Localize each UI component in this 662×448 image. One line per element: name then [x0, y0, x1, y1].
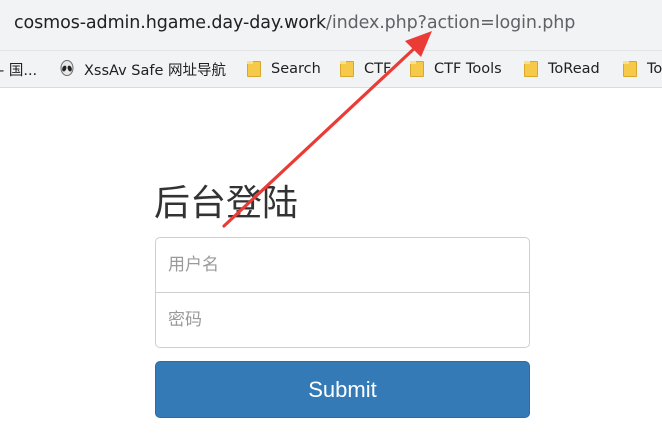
folder-icon [247, 61, 261, 77]
bookmark-folder-ctf[interactable]: CTF [340, 51, 391, 87]
password-input[interactable] [155, 292, 530, 348]
bookmark-label: XssAv Safe 网址导航 [84, 62, 227, 79]
bookmark-folder-toread[interactable]: ToRead [524, 51, 600, 87]
bookmark-label: CTF Tools [434, 61, 502, 77]
folder-icon [410, 61, 424, 77]
bookmark-item[interactable]: - 国... [0, 51, 37, 87]
url-host: cosmos-admin.hgame.day-day.work [14, 13, 327, 33]
bookmark-xssav[interactable]: XssAv Safe 网址导航 [60, 51, 226, 87]
url-path: /index.php?action=login.php [326, 13, 576, 33]
bookmark-folder-search[interactable]: Search [247, 51, 321, 87]
bookmark-label: CTF [364, 61, 392, 77]
bookmark-label: ToRead [548, 61, 600, 77]
bookmark-label: Search [271, 61, 321, 77]
bookmark-label: - 国... [0, 62, 38, 79]
submit-button[interactable]: Submit [155, 361, 530, 418]
address-bar[interactable]: cosmos-admin.hgame.day-day.work/index.ph… [0, 0, 662, 51]
folder-icon [340, 61, 354, 77]
bookmark-folder-ctf-tools[interactable]: CTF Tools [410, 51, 502, 87]
bookmarks-bar: - 国... XssAv Safe 网址导航 Search CTF CTF To… [0, 51, 662, 88]
page-title: 后台登陆 [154, 183, 299, 224]
folder-icon [524, 61, 538, 77]
alien-icon [60, 60, 74, 76]
username-input[interactable] [155, 237, 530, 293]
bookmark-folder-overflow[interactable]: To [623, 51, 662, 87]
folder-icon [623, 61, 637, 77]
url-text[interactable]: cosmos-admin.hgame.day-day.work/index.ph… [14, 13, 575, 33]
bookmark-label: To [647, 61, 662, 77]
